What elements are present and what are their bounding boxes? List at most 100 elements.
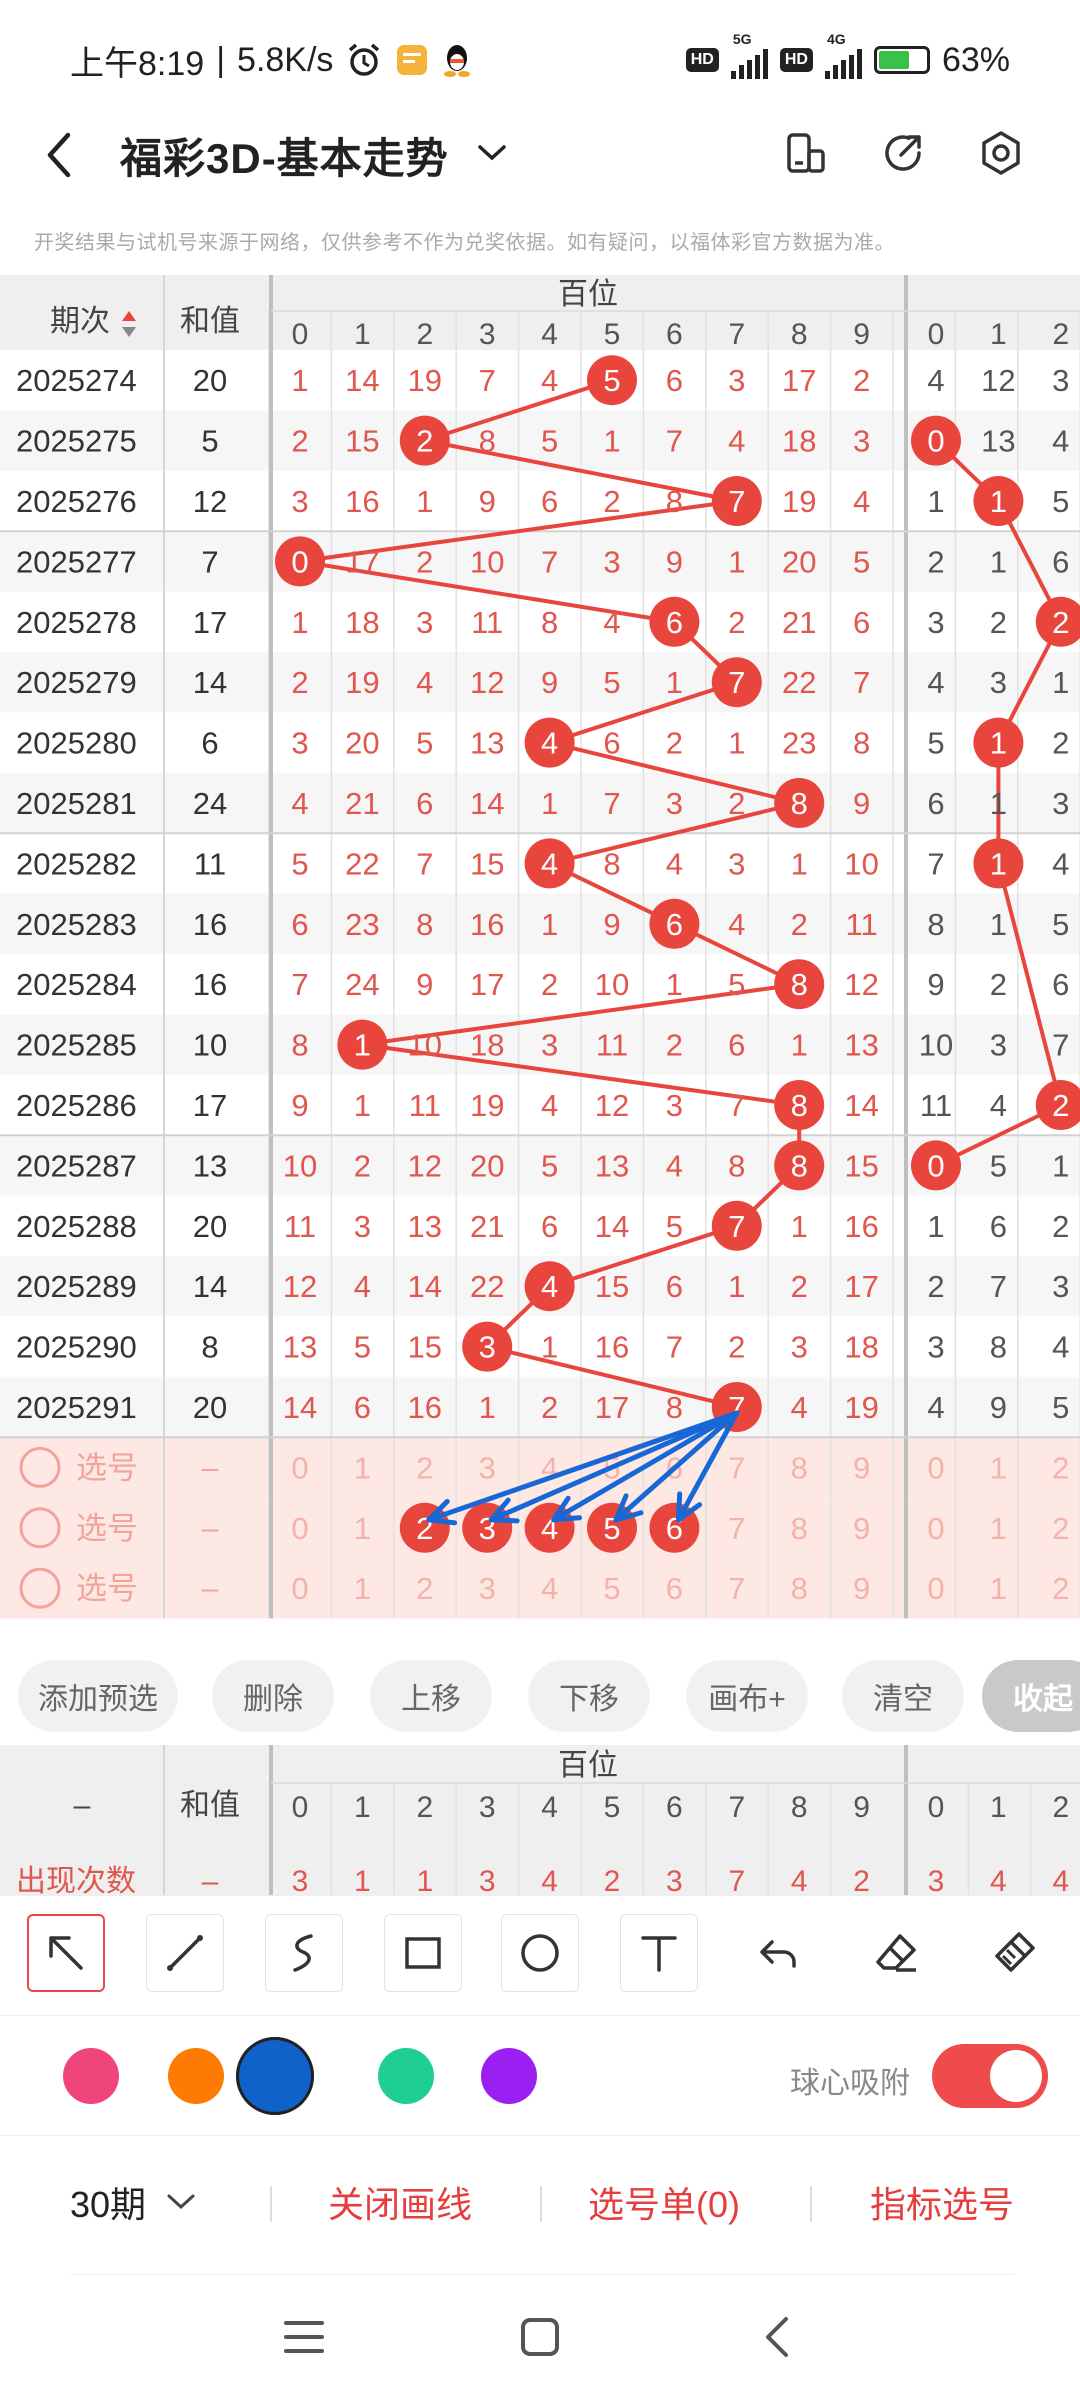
close-lines-button[interactable]: 关闭画线 [328,2176,472,2228]
settings-icon[interactable] [977,129,1025,182]
layout-icon[interactable] [781,129,829,182]
select-digit[interactable]: 8 [791,1511,808,1546]
sum-cell: 7 [201,544,218,579]
canvas-plus-button[interactable]: 画布+ [686,1660,808,1732]
select-digit[interactable]: 0 [291,1571,308,1606]
stats-digit-header: 1 [354,1791,371,1824]
rectangle-tool-icon[interactable] [384,1914,462,1992]
select-digit[interactable]: 7 [728,1571,745,1606]
miss-count: 5 [853,544,870,579]
indicator-pick-button[interactable]: 指标选号 [870,2176,1014,2228]
digit-header: 7 [728,318,745,351]
select-digit[interactable]: 1 [990,1571,1007,1606]
select-digit[interactable]: 1 [354,1450,371,1485]
miss-count: 14 [844,1088,878,1123]
select-digit[interactable]: 1 [354,1571,371,1606]
curve-tool-icon[interactable] [265,1914,343,1992]
dropdown-chevron-icon[interactable] [477,143,507,168]
page-title[interactable]: 福彩3D-基本走势 [120,125,449,186]
color-swatch[interactable] [236,2037,314,2115]
select-label[interactable]: 选号 [76,1450,138,1485]
select-digit[interactable]: 6 [666,1571,683,1606]
miss-count: 10 [595,967,629,1002]
select-digit[interactable]: 0 [927,1511,944,1546]
stats-bg [0,1745,1080,1895]
pointer-arrow-icon[interactable] [27,1914,105,1992]
qq-icon [441,42,473,78]
back-nav-icon[interactable] [756,2315,800,2364]
home-icon[interactable] [518,2315,562,2364]
snap-toggle[interactable] [932,2044,1048,2108]
select-digit[interactable]: 8 [791,1571,808,1606]
hit-number: 8 [791,1148,808,1183]
miss-count: 9 [541,665,558,700]
delete-button[interactable]: 删除 [212,1660,334,1732]
move-down-button[interactable]: 下移 [528,1660,650,1732]
period-selector[interactable]: 30期 [70,2176,146,2228]
sum-cell: 13 [193,1148,227,1183]
add-preselect-button[interactable]: 添加预选 [18,1660,178,1732]
miss-count: 3 [416,605,433,640]
sum-cell: 6 [201,726,218,761]
occurrence-label: 出现次数 [16,1865,136,1895]
hit-number: 5 [603,363,620,398]
eraser-icon[interactable] [858,1914,936,1992]
next-miss-count: 2 [990,967,1007,1002]
select-digit[interactable]: 0 [927,1450,944,1485]
miss-count: 6 [853,605,870,640]
select-digit[interactable]: 2 [1052,1571,1069,1606]
select-digit[interactable]: 1 [990,1450,1007,1485]
period-chevron-icon[interactable] [166,2192,196,2217]
select-digit[interactable]: 9 [853,1571,870,1606]
text-tool-icon[interactable] [620,1914,698,1992]
select-digit[interactable]: 0 [291,1511,308,1546]
period-cell: 2025280 [16,726,137,761]
period-cell: 2025288 [16,1209,137,1244]
undo-icon[interactable] [740,1914,818,1992]
move-up-button[interactable]: 上移 [370,1660,492,1732]
selection-list-button[interactable]: 选号单(0) [588,2176,740,2228]
color-swatch[interactable] [63,2048,119,2104]
color-swatch[interactable] [378,2048,434,2104]
line-tool-icon[interactable] [146,1914,224,1992]
color-swatch[interactable] [168,2048,224,2104]
select-digit[interactable]: 3 [479,1450,496,1485]
select-digit[interactable]: 0 [291,1450,308,1485]
miss-count: 11 [284,1209,316,1244]
select-digit[interactable]: 0 [927,1571,944,1606]
select-label[interactable]: 选号 [76,1511,138,1546]
miss-count: 9 [479,484,496,519]
select-digit[interactable]: 2 [416,1450,433,1485]
stats-group-header: 百位 [558,1749,618,1782]
stats-digit-header: 6 [666,1791,683,1824]
circle-tool-icon[interactable] [501,1914,579,1992]
select-digit[interactable]: 8 [791,1450,808,1485]
select-digit[interactable]: 1 [354,1511,371,1546]
select-digit[interactable]: 5 [603,1571,620,1606]
back-button[interactable] [0,129,120,181]
miss-count: 19 [782,484,816,519]
trend-chart[interactable]: 期次 和值 百位 0 1 2 3 4 5 6 7 8 9 0 1 2 2025274 20 1 14 19 7 4 5 6 3 17… [0,275,1080,1650]
menu-icon[interactable] [282,2315,326,2364]
select-digit[interactable]: 3 [479,1571,496,1606]
clear-button[interactable]: 清空 [842,1660,964,1732]
select-digit[interactable]: 7 [728,1450,745,1485]
select-digit[interactable]: 2 [1052,1511,1069,1546]
collapse-button[interactable]: 收起 [982,1660,1080,1732]
select-digit[interactable]: 2 [1052,1450,1069,1485]
share-icon[interactable] [879,129,927,182]
select-digit[interactable]: 9 [853,1511,870,1546]
brush-clear-icon[interactable] [975,1914,1053,1992]
hit-number: 2 [1052,1088,1069,1123]
select-digit[interactable]: 7 [728,1511,745,1546]
select-digit[interactable]: 9 [853,1450,870,1485]
select-digit[interactable]: 1 [990,1511,1007,1546]
next-miss-count: 2 [927,1269,944,1304]
select-digit[interactable]: 2 [416,1571,433,1606]
digit-header: 0 [928,318,945,351]
miss-count: 6 [354,1390,371,1425]
select-label[interactable]: 选号 [76,1571,138,1606]
color-swatch[interactable] [481,2048,537,2104]
select-digit[interactable]: 4 [541,1571,558,1606]
trend-grid[interactable]: 期次 和值百位0 1 2 3 4 5 6 7 8 9 0 1 22025274 20 1 14 19 7 4 5 6 3 17… [0,275,1080,1650]
